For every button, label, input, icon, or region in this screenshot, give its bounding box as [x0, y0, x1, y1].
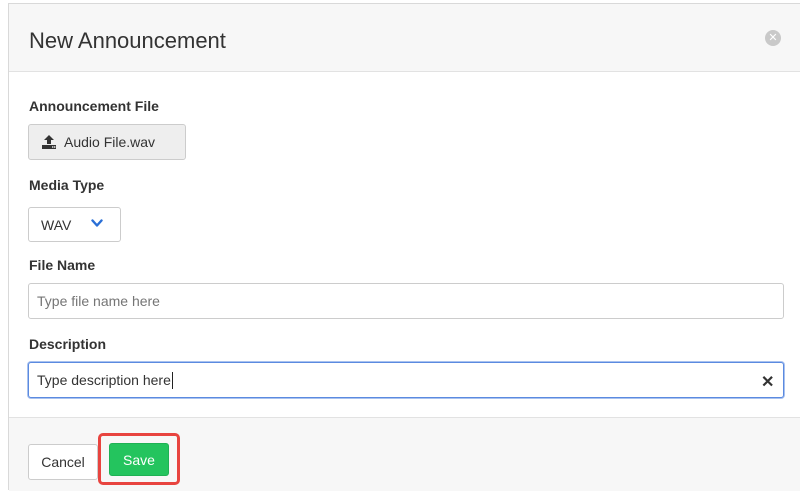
save-button[interactable]: Save	[109, 443, 169, 476]
description-input-value: Type description here	[37, 372, 171, 388]
description-input[interactable]: Type description here ✕	[28, 362, 784, 398]
cancel-button[interactable]: Cancel	[28, 444, 98, 480]
dialog-title: New Announcement	[29, 28, 226, 53]
description-label: Description	[29, 336, 107, 352]
text-cursor	[171, 371, 173, 389]
media-type-label: Media Type	[29, 177, 105, 193]
announcement-file-label: Announcement File	[29, 98, 159, 114]
upload-file-button-label: Audio File.wav	[64, 134, 156, 150]
media-type-select[interactable]: WAV	[28, 207, 121, 242]
dialog-footer: Cancel Save	[9, 417, 800, 491]
clear-icon[interactable]: ✕	[761, 372, 774, 392]
file-name-input[interactable]	[28, 283, 784, 319]
close-icon[interactable]: ✕	[765, 30, 781, 46]
chevron-down-icon	[91, 219, 103, 227]
dialog-header: New Announcement ✕	[9, 4, 800, 72]
media-type-value: WAV	[41, 216, 72, 233]
upload-file-button[interactable]: Audio File.wav	[28, 124, 186, 160]
new-announcement-dialog: New Announcement ✕ Announcement File Aud…	[8, 3, 800, 491]
upload-icon	[42, 135, 56, 149]
file-name-label: File Name	[29, 257, 96, 273]
